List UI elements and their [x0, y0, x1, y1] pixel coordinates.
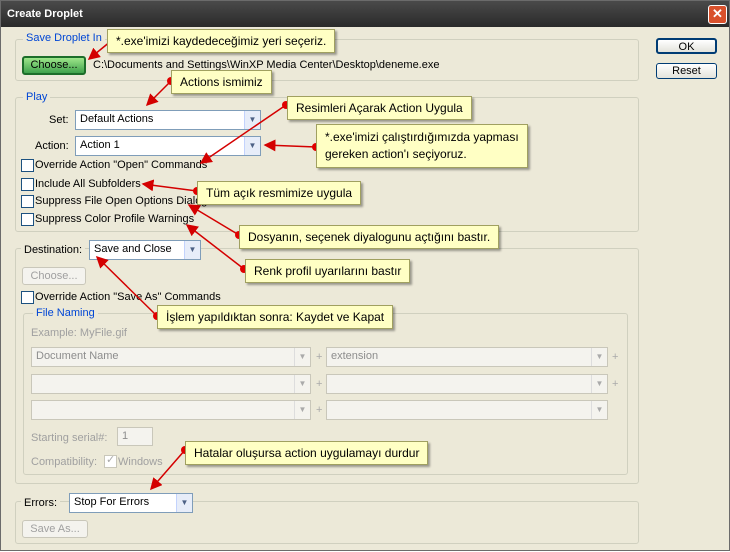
- chevron-down-icon: ▼: [591, 375, 607, 393]
- include-subfolders-checkbox[interactable]: [21, 178, 34, 191]
- serial-input[interactable]: 1: [117, 427, 153, 446]
- naming-field-2-select[interactable]: extension ▼: [326, 347, 608, 367]
- create-droplet-dialog: Create Droplet ✕ OK Reset Save Droplet I…: [0, 0, 730, 551]
- plus-sign: +: [612, 378, 619, 390]
- check-icon: ✓: [106, 454, 116, 466]
- destination-label: Destination:: [21, 244, 86, 256]
- plus-sign: +: [612, 351, 619, 363]
- naming-field-3-select[interactable]: ▼: [31, 374, 311, 394]
- set-label: Set:: [49, 114, 69, 126]
- choose-destination-button[interactable]: Choose...: [22, 267, 86, 285]
- naming-field-1-select[interactable]: Document Name ▼: [31, 347, 311, 367]
- override-save-as-checkbox[interactable]: [21, 291, 34, 304]
- plus-sign: +: [316, 378, 323, 390]
- naming-field-5-select[interactable]: ▼: [31, 400, 311, 420]
- plus-sign: +: [316, 351, 323, 363]
- suppress-open-dialogs-checkbox[interactable]: [21, 195, 34, 208]
- destination-select[interactable]: Save and Close ▼: [89, 240, 201, 260]
- callout-save-location: *.exe'imizi kaydedeceğimiz yeri seçeriz.: [107, 29, 336, 53]
- save-droplet-legend: Save Droplet In: [23, 32, 105, 44]
- close-button[interactable]: ✕: [708, 5, 727, 24]
- callout-choose-action-line1: *.exe'imizi çalıştırdığımızda yapması: [325, 130, 519, 144]
- chevron-down-icon: ▼: [591, 348, 607, 366]
- errors-value: Stop For Errors: [74, 496, 150, 508]
- override-save-as-label: Override Action "Save As" Commands: [35, 291, 221, 303]
- chevron-down-icon: ▼: [244, 111, 260, 129]
- suppress-open-dialogs-label: Suppress File Open Options Dialogs: [35, 195, 213, 207]
- callout-open-action: Resimleri Açarak Action Uygula: [287, 96, 472, 120]
- ok-button[interactable]: OK: [656, 38, 717, 54]
- chevron-down-icon: ▼: [294, 375, 310, 393]
- action-value: Action 1: [80, 139, 120, 151]
- compatibility-label: Compatibility:: [31, 456, 98, 468]
- windows-label: Windows: [118, 456, 163, 468]
- suppress-color-warnings-checkbox[interactable]: [21, 213, 34, 226]
- override-open-label: Override Action "Open" Commands: [35, 159, 208, 171]
- window-title: Create Droplet: [7, 8, 83, 20]
- errors-select[interactable]: Stop For Errors ▼: [69, 493, 193, 513]
- close-icon: ✕: [712, 6, 723, 21]
- file-naming-legend: File Naming: [33, 307, 98, 319]
- action-label: Action:: [35, 140, 69, 152]
- naming-field-6-select[interactable]: ▼: [326, 400, 608, 420]
- chevron-down-icon: ▼: [294, 348, 310, 366]
- chevron-down-icon: ▼: [294, 401, 310, 419]
- chevron-down-icon: ▼: [184, 241, 200, 259]
- chevron-down-icon: ▼: [244, 137, 260, 155]
- callout-color-warnings: Renk profil uyarılarını bastır: [245, 259, 411, 283]
- file-naming-example: Example: MyFile.gif: [31, 327, 127, 339]
- callout-choose-action-line2: gereken action'ı seçiyoruz.: [325, 147, 467, 161]
- windows-checkbox[interactable]: ✓: [104, 454, 117, 468]
- callout-choose-action: *.exe'imizi çalıştırdığımızda yapması ger…: [316, 124, 528, 168]
- plus-sign: +: [316, 404, 323, 416]
- choose-droplet-button[interactable]: Choose...: [22, 56, 86, 75]
- chevron-down-icon: ▼: [176, 494, 192, 512]
- callout-suppress-dialog: Dosyanın, seçenek diyalogunu açtığını ba…: [239, 225, 500, 249]
- errors-label: Errors:: [21, 497, 60, 509]
- chevron-down-icon: ▼: [591, 401, 607, 419]
- callout-stop-errors: Hatalar oluşursa action uygulamayı durdu…: [185, 441, 429, 465]
- naming-field-2-value: extension: [331, 350, 379, 362]
- callout-save-close: İşlem yapıldıktan sonra: Kaydet ve Kapat: [157, 305, 394, 329]
- callout-actions-name: Actions ismimiz: [171, 70, 272, 94]
- naming-field-4-select[interactable]: ▼: [326, 374, 608, 394]
- naming-field-1-value: Document Name: [36, 350, 119, 362]
- include-subfolders-label: Include All Subfolders: [35, 178, 141, 190]
- save-as-button[interactable]: Save As...: [22, 520, 88, 538]
- callout-all-images: Tüm açık resmimize uygula: [197, 181, 362, 205]
- destination-value: Save and Close: [94, 243, 172, 255]
- action-select[interactable]: Action 1 ▼: [75, 136, 261, 156]
- reset-button[interactable]: Reset: [656, 63, 717, 79]
- set-select[interactable]: Default Actions ▼: [75, 110, 261, 130]
- play-legend: Play: [23, 91, 51, 103]
- title-bar: Create Droplet ✕: [1, 1, 729, 27]
- set-value: Default Actions: [80, 113, 154, 125]
- suppress-color-warnings-label: Suppress Color Profile Warnings: [35, 213, 195, 225]
- serial-label: Starting serial#:: [31, 432, 108, 444]
- override-open-checkbox[interactable]: [21, 159, 34, 172]
